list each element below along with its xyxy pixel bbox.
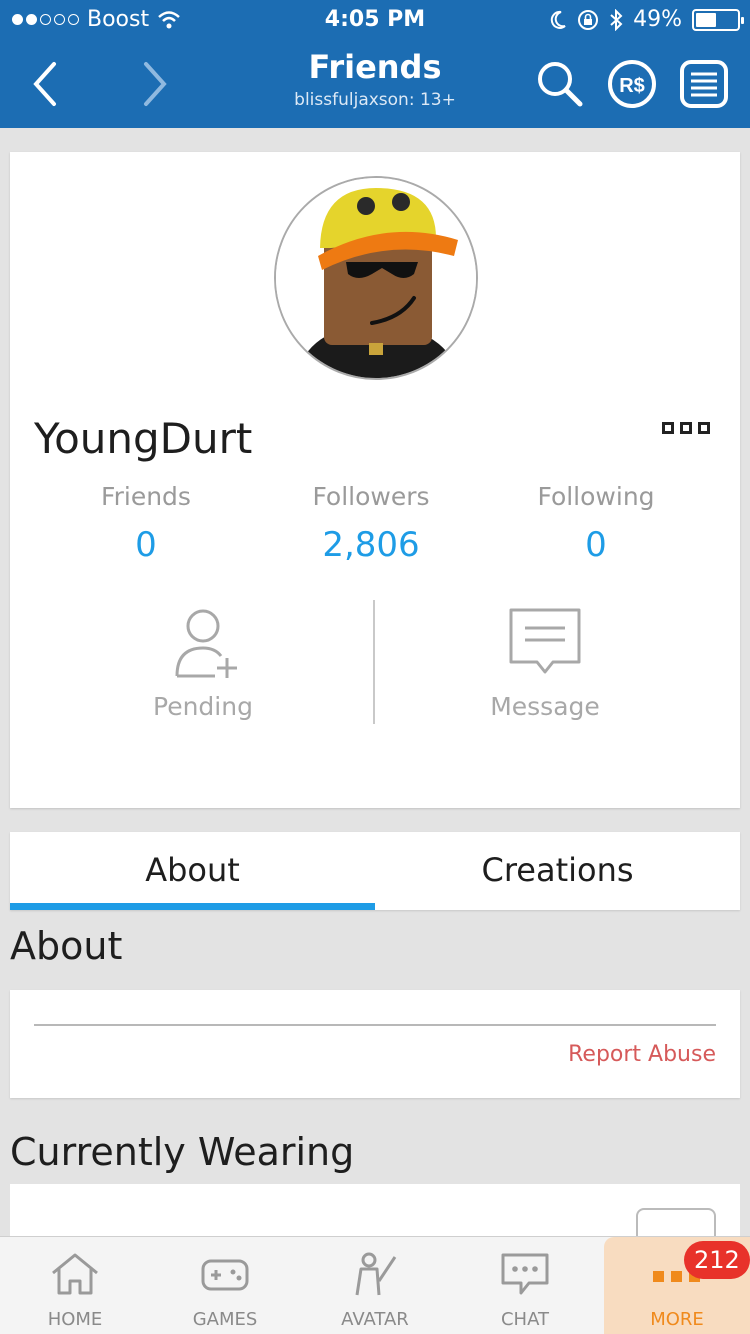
add-friend-icon xyxy=(175,609,237,678)
tab-chat[interactable]: CHAT xyxy=(450,1237,600,1334)
about-heading: About xyxy=(10,924,123,968)
stat-following[interactable]: Following 0 xyxy=(476,482,716,565)
stat-value: 2,806 xyxy=(322,525,420,565)
status-right: 49% xyxy=(549,7,744,32)
profile-tabs: About Creations xyxy=(10,832,740,910)
currently-wearing-box xyxy=(10,1184,740,1268)
tab-games[interactable]: GAMES xyxy=(150,1237,300,1334)
tab-avatar-label: AVATAR xyxy=(341,1309,409,1330)
more-options-icon[interactable] xyxy=(662,422,710,434)
bottom-tab-bar: HOME GAMES AVATAR CHAT MORE xyxy=(0,1236,750,1334)
message-icon xyxy=(509,608,581,674)
tab-more-label: MORE xyxy=(650,1309,704,1330)
avatar xyxy=(274,176,478,380)
battery-percent: 49% xyxy=(633,7,682,32)
svg-text:R$: R$ xyxy=(619,75,645,97)
stat-label: Followers xyxy=(312,482,430,511)
avatar-image xyxy=(276,178,476,378)
tab-about[interactable]: About xyxy=(10,832,375,910)
stat-friends[interactable]: Friends 0 xyxy=(26,482,266,565)
status-bar: Boost 4:05 PM 49% xyxy=(0,0,750,40)
tab-avatar[interactable]: AVATAR xyxy=(300,1237,450,1334)
rotation-lock-icon xyxy=(578,9,599,30)
moon-icon xyxy=(550,10,566,29)
actions-divider xyxy=(373,600,375,724)
username: YoungDurt xyxy=(34,414,253,463)
pending-label: Pending xyxy=(153,692,253,721)
notification-badge: 212 xyxy=(684,1241,750,1279)
tab-creations[interactable]: Creations xyxy=(375,832,740,910)
battery-icon xyxy=(692,8,744,31)
stat-value: 0 xyxy=(135,525,157,565)
menu-list-icon[interactable] xyxy=(678,58,730,110)
search-icon[interactable] xyxy=(534,58,586,110)
home-icon xyxy=(52,1253,98,1295)
tab-home-label: HOME xyxy=(47,1309,103,1330)
active-tab-indicator xyxy=(10,903,375,910)
stat-label: Friends xyxy=(101,482,191,511)
currently-wearing-heading: Currently Wearing xyxy=(10,1130,355,1174)
report-abuse-link[interactable]: Report Abuse xyxy=(568,1042,716,1067)
chat-icon xyxy=(501,1253,549,1295)
stat-label: Following xyxy=(537,482,655,511)
message-label: Message xyxy=(490,692,600,721)
pending-button[interactable]: Pending xyxy=(83,604,323,721)
stat-followers[interactable]: Followers 2,806 xyxy=(251,482,491,565)
gamepad-icon xyxy=(201,1259,249,1291)
about-divider xyxy=(34,1024,716,1026)
message-button[interactable]: Message xyxy=(425,604,665,721)
stat-value: 0 xyxy=(585,525,607,565)
tab-games-label: GAMES xyxy=(192,1309,258,1330)
tab-chat-label: CHAT xyxy=(500,1309,549,1330)
profile-card: YoungDurt Friends 0 Followers 2,806 Foll… xyxy=(10,152,740,808)
tab-home[interactable]: HOME xyxy=(0,1237,150,1334)
bluetooth-icon xyxy=(610,8,623,31)
top-bar: Boost 4:05 PM 49% Friends blissfuljaxson… xyxy=(0,0,750,128)
robux-icon[interactable]: R$ xyxy=(606,58,658,110)
avatar-icon xyxy=(355,1252,397,1296)
about-box: Report Abuse xyxy=(10,990,740,1098)
